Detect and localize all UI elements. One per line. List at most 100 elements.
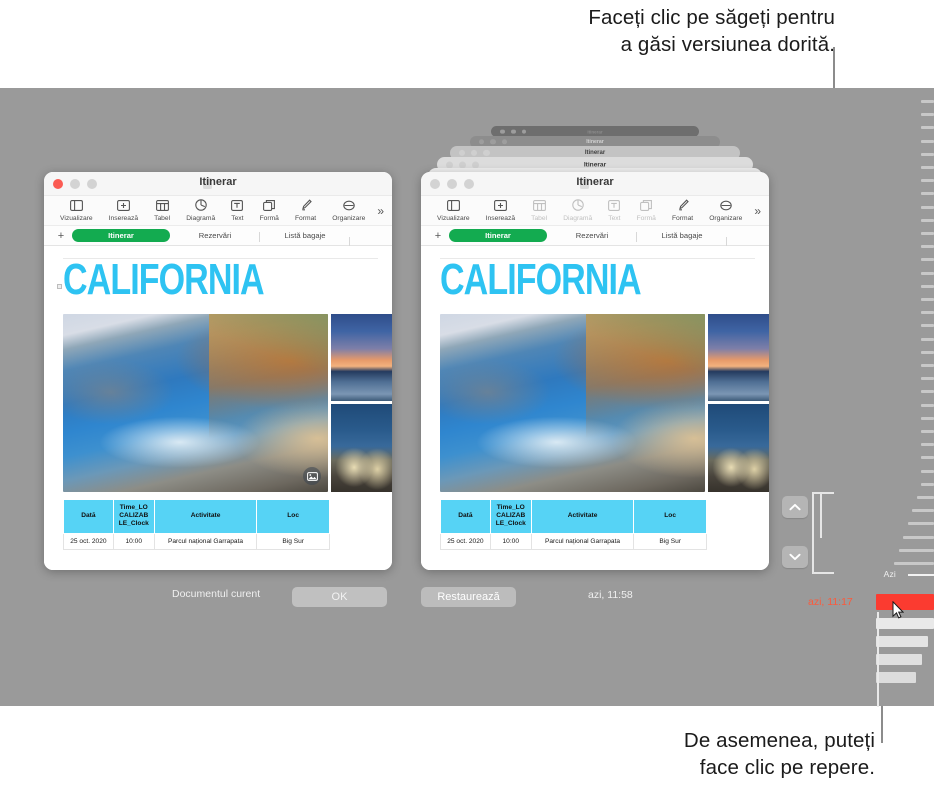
timeline-tick[interactable] [921,206,934,209]
restore-button[interactable]: Restaurează [421,587,516,607]
toolbar-button-label: Formă [260,215,279,222]
table-header-row: DatăTime_LO CALIZAB LE_ClockActivitateLo… [64,500,330,534]
toolbar-overflow-icon[interactable]: » [373,204,384,218]
timeline-version-bar[interactable] [876,636,928,647]
timeline-tick[interactable] [921,311,934,314]
selected-version-marker[interactable] [876,594,934,610]
timeline-tick[interactable] [921,443,934,446]
timeline-tick[interactable] [899,549,934,552]
sheet-tabbar-left[interactable]: +ItinerarRezervăriListă bagaje [44,226,392,246]
chart-icon [195,199,207,214]
callout-text-markers: De asemenea, puteți face clic pe repere. [560,727,875,782]
itinerary-table-left[interactable]: DatăTime_LO CALIZAB LE_ClockActivitateLo… [63,499,330,550]
timeline-tick[interactable] [921,166,934,169]
timeline-tick[interactable] [921,140,934,143]
timeline-tick[interactable] [921,417,934,420]
previous-version-button[interactable] [782,496,808,518]
toolbar-button-insereaz[interactable]: Inserează [101,200,146,222]
sheet-tab-divider [350,234,360,238]
timeline-tick[interactable] [921,113,934,116]
table-header-cell: Time_LO CALIZAB LE_Clock [113,500,154,534]
timeline-tick[interactable] [921,404,934,407]
table-header-row-right: DatăTime_LO CALIZAB LE_ClockActivitateLo… [441,500,707,534]
ok-button[interactable]: OK [292,587,387,607]
timeline-tick[interactable] [921,192,934,195]
today-rule [908,574,934,576]
timeline-tick[interactable] [921,232,934,235]
table-cell[interactable]: Big Sur [257,533,330,549]
toolbar-button-format[interactable]: Format [287,199,324,222]
current-document-window[interactable]: Itinerar Vizualizare Inserează Tabel Diagra… [44,172,392,570]
timeline-tick[interactable] [921,430,934,433]
timeline-tick[interactable] [921,483,934,486]
heading-block-right: CALIFORNIA [440,262,769,308]
timeline-tick[interactable] [921,324,934,327]
timeline-tick[interactable] [912,509,934,512]
sheet-tab-listbagaje[interactable]: Listă bagaje [260,229,350,242]
version-document-window[interactable]: Itinerar VizualizareInsereazăTabelDiagra… [421,172,769,570]
window-titlebar-left: Itinerar [44,172,392,196]
toolbar-button-diagram[interactable]: Diagramă [178,199,223,222]
timeline-tick[interactable] [921,219,934,222]
photo-big-sur-coast[interactable] [63,314,328,492]
sheet-tab-rezervri[interactable]: Rezervări [170,229,260,242]
timeline-tick[interactable] [921,364,934,367]
toolbar-button-form[interactable]: Formă [252,200,287,222]
photo-sunset-seascape[interactable] [331,314,392,401]
toolbar-button-organizare[interactable]: Organizare [324,200,373,222]
shape-icon [263,200,275,214]
document-canvas-left[interactable]: CALIFORNIA Da [44,246,392,570]
sidebar-icon [70,200,83,214]
next-version-button[interactable] [782,546,808,568]
timeline-tick[interactable] [921,338,934,341]
timeline-version-bar[interactable] [876,618,934,629]
heading-block-left[interactable]: CALIFORNIA [63,262,392,308]
timeline-tick[interactable] [921,179,934,182]
timeline-tick[interactable] [921,377,934,380]
table-cell[interactable]: 10:00 [113,533,154,549]
timeline-tick[interactable] [921,258,934,261]
table-cell[interactable]: 25 oct. 2020 [64,533,114,549]
toolbar-button-label: Formă [637,215,656,222]
toolbar-button-label: Diagramă [186,215,215,222]
timeline-tick[interactable] [908,522,934,525]
table-body[interactable]: 25 oct. 202010:00Parcul național Garrapa… [64,533,330,549]
window-titlebar-right: Itinerar [421,172,769,196]
timeline-tick[interactable] [921,245,934,248]
toolbar-button-label: Format [295,215,316,222]
text-box-icon [608,200,620,214]
timeline-tick[interactable] [894,562,934,565]
table-row[interactable]: 25 oct. 202010:00Parcul național Garrapa… [64,533,330,549]
toolbar-button-tabel[interactable]: Tabel [146,200,178,222]
timeline-tick[interactable] [921,153,934,156]
toolbar-button-vizualizare[interactable]: Vizualizare [52,200,101,222]
timeline-version-bar[interactable] [876,654,922,665]
timeline-tick[interactable] [921,351,934,354]
toolbar-button-format: Format [664,199,701,222]
sheet-tab-itinerar[interactable]: Itinerar [72,229,170,242]
timeline-version-bar[interactable] [876,672,916,683]
timeline-tick[interactable] [921,100,934,103]
timeline-tick[interactable] [921,390,934,393]
chevron-up-icon [789,503,801,511]
toolbar-button-text[interactable]: Text [223,200,251,222]
timeline-tick[interactable] [921,272,934,275]
image-placeholder-icon[interactable] [303,467,321,485]
timeline-tick[interactable] [921,126,934,129]
version-stack-title: Itinerar [437,161,753,168]
add-sheet-button[interactable]: + [50,230,72,242]
timeline-tick[interactable] [917,496,934,499]
timeline-tick[interactable] [903,536,934,539]
timeline-tick[interactable] [921,470,934,473]
photo-mosaic-left[interactable] [63,314,392,492]
table-header-cell: Time_LO CALIZAB LE_Clock [490,500,531,534]
timeline-tick[interactable] [921,285,934,288]
table-cell[interactable]: Parcul național Garrapata [154,533,257,549]
selection-handle[interactable] [57,284,62,289]
timeline-tick[interactable] [921,456,934,459]
toolbar-left[interactable]: Vizualizare Inserează Tabel Diagramă Text For… [44,196,392,226]
timeline-tick[interactable] [921,298,934,301]
toolbar-button-label: Inserează [109,215,138,222]
photo-elephant-seals[interactable] [331,404,392,492]
table-cell: 10:00 [490,533,531,549]
